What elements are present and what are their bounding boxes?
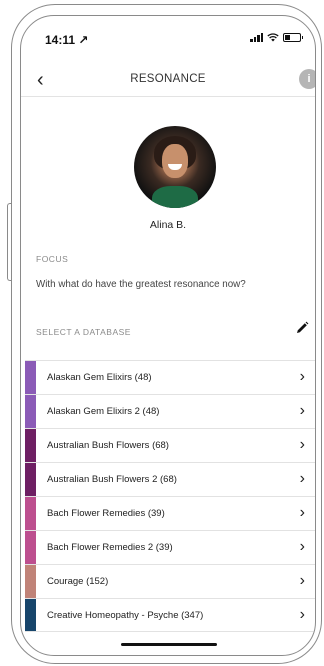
database-name: Bach Flower Remedies 2 (39) xyxy=(47,542,173,553)
database-name: Australian Bush Flowers (68) xyxy=(47,440,169,451)
database-name: Bach Flower Remedies (39) xyxy=(47,508,165,519)
database-section-label: SELECT A DATABASE xyxy=(36,327,131,337)
avatar-face xyxy=(162,144,188,178)
status-bar: 14:11 ↗ xyxy=(21,16,315,56)
chevron-right-icon: › xyxy=(299,368,305,385)
chevron-right-icon: › xyxy=(299,470,305,487)
database-color-swatch xyxy=(25,599,36,631)
chevron-right-icon: › xyxy=(299,572,305,589)
pencil-icon[interactable] xyxy=(295,321,309,335)
database-name: Australian Bush Flowers 2 (68) xyxy=(47,474,177,485)
chevron-right-icon: › xyxy=(299,436,305,453)
home-indicator[interactable] xyxy=(121,643,217,646)
signal-icon xyxy=(250,33,263,42)
database-list-item[interactable]: Alaskan Gem Elixirs 2 (48) › xyxy=(25,394,315,428)
phone-screen: 14:11 ↗ ‹ RESONANCE i Alina B. FOCUS Wit… xyxy=(20,15,316,656)
database-list-item[interactable]: Australian Bush Flowers 2 (68) › xyxy=(25,462,315,496)
database-color-swatch xyxy=(25,565,36,598)
page-title: RESONANCE xyxy=(130,73,206,85)
status-time: 14:11 ↗ xyxy=(45,33,89,47)
info-icon[interactable]: i xyxy=(299,69,315,89)
database-list-item[interactable]: Courage (152) › xyxy=(25,564,315,598)
focus-label: FOCUS xyxy=(36,254,69,264)
chevron-right-icon: › xyxy=(299,504,305,521)
database-list-item[interactable]: Bach Flower Remedies (39) › xyxy=(25,496,315,530)
wifi-icon xyxy=(267,33,279,42)
database-list: Alaskan Gem Elixirs (48) › Alaskan Gem Eli… xyxy=(25,360,315,632)
database-list-item[interactable]: Australian Bush Flowers (68) › xyxy=(25,428,315,462)
database-list-item[interactable]: Bach Flower Remedies 2 (39) › xyxy=(25,530,315,564)
database-color-swatch xyxy=(25,463,36,496)
profile-name: Alina B. xyxy=(149,219,187,231)
database-color-swatch xyxy=(25,395,36,428)
focus-text: With what do have the greatest resonance… xyxy=(36,279,246,290)
database-color-swatch xyxy=(25,361,36,394)
chevron-right-icon: › xyxy=(299,606,305,623)
database-list-item[interactable]: Alaskan Gem Elixirs (48) › xyxy=(25,360,315,394)
chevron-right-icon: › xyxy=(299,402,305,419)
database-name: Alaskan Gem Elixirs (48) xyxy=(47,372,152,383)
chevron-right-icon: › xyxy=(299,538,305,555)
avatar-shirt xyxy=(152,186,198,208)
database-color-swatch xyxy=(25,497,36,530)
status-icons xyxy=(250,33,303,42)
avatar xyxy=(134,126,216,208)
database-name: Alaskan Gem Elixirs 2 (48) xyxy=(47,406,160,417)
navigation-bar: ‹ RESONANCE i xyxy=(21,69,315,97)
database-color-swatch xyxy=(25,531,36,564)
database-color-swatch xyxy=(25,429,36,462)
database-name: Creative Homeopathy - Psyche (347) xyxy=(47,610,204,621)
battery-icon xyxy=(283,33,303,42)
nav-divider xyxy=(21,96,315,97)
database-list-item[interactable]: Creative Homeopathy - Psyche (347) › xyxy=(25,598,315,632)
database-name: Courage (152) xyxy=(47,576,109,587)
